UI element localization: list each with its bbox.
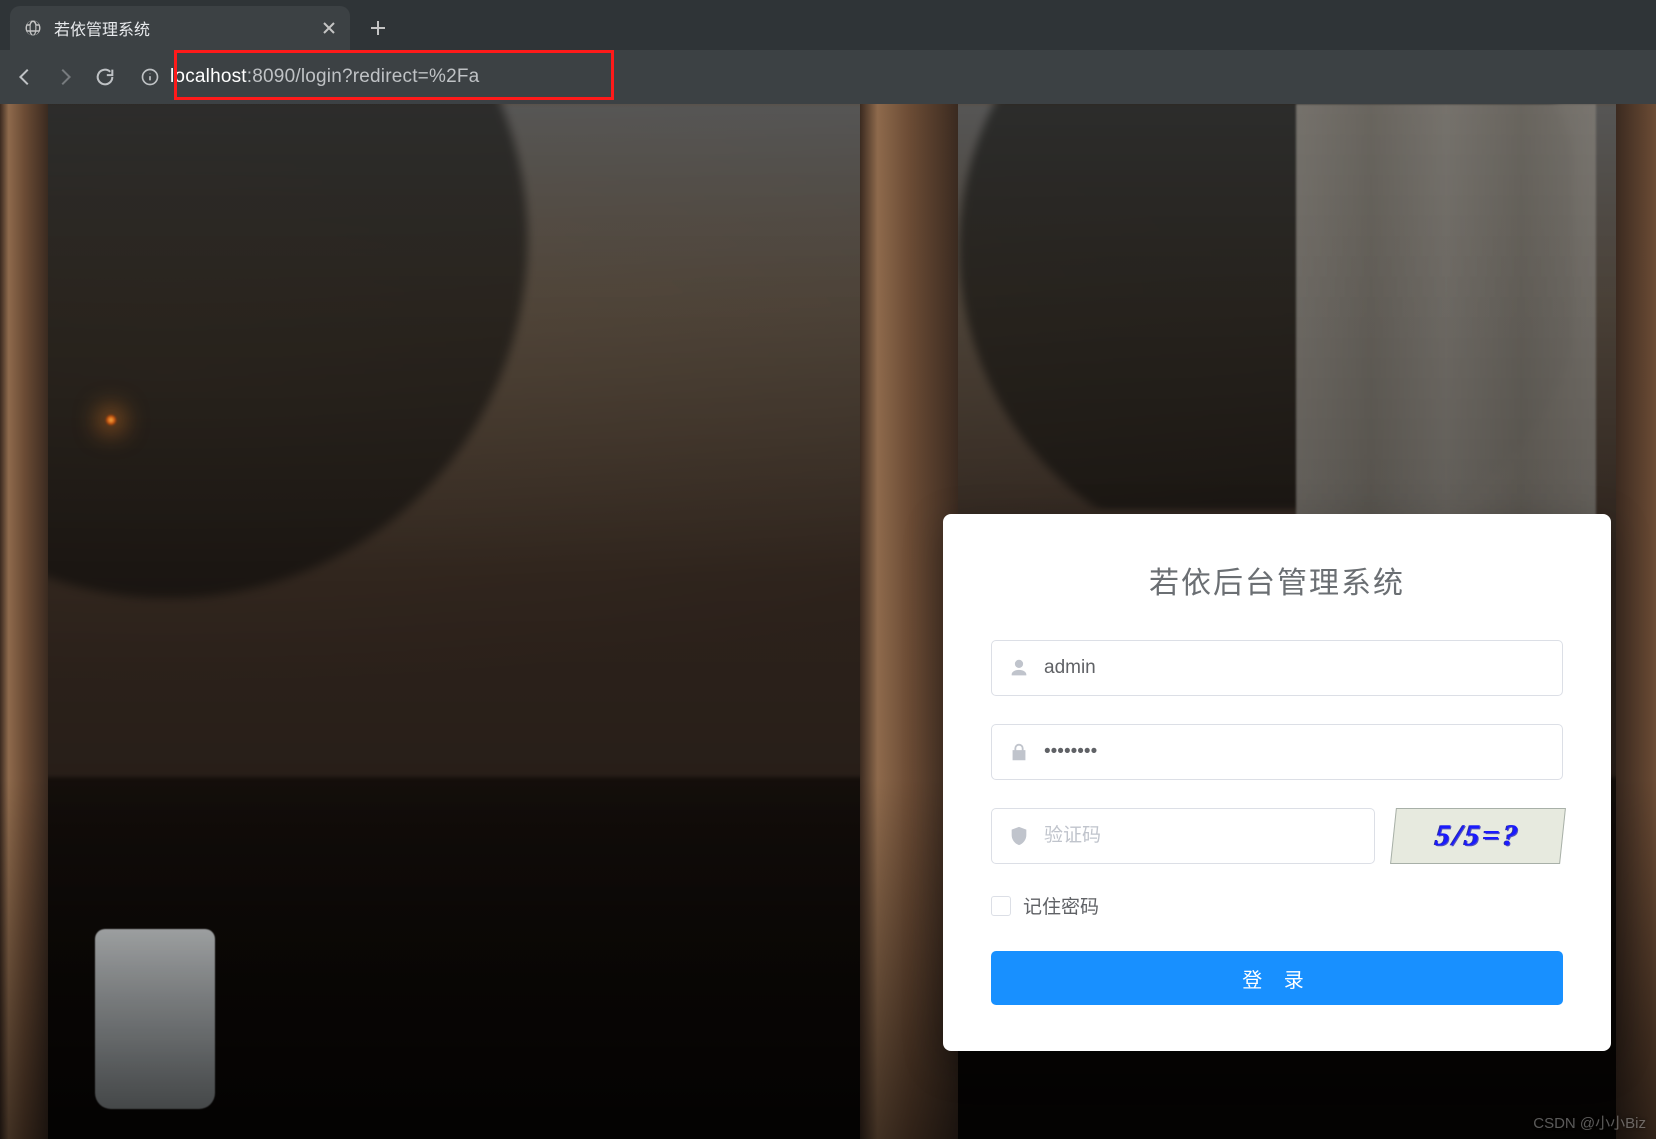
remember-checkbox[interactable] [991,896,1011,916]
shield-icon [1008,825,1030,847]
username-input[interactable] [1044,657,1546,679]
close-icon[interactable] [322,21,336,35]
nav-bar: localhost:8090/login?redirect=%2Fa [0,50,1656,104]
captcha-input[interactable] [1044,825,1358,847]
lock-icon [1008,741,1030,763]
login-title: 若依后台管理系统 [991,558,1563,602]
new-tab-button[interactable] [360,10,396,46]
reload-button[interactable] [94,66,116,88]
browser-tab-active[interactable]: 若依管理系统 [10,6,350,50]
back-button[interactable] [14,66,36,88]
plus-icon [370,20,386,36]
address-bar[interactable]: localhost:8090/login?redirect=%2Fa [134,58,1642,96]
site-info-icon[interactable] [140,67,160,87]
username-field[interactable] [991,640,1563,696]
browser-chrome: 若依管理系统 localhost:8090/login?redirect=%2F… [0,0,1656,104]
address-text: localhost:8090/login?redirect=%2Fa [170,66,479,88]
login-button[interactable]: 登 录 [991,951,1563,1005]
remember-row: 记住密码 [991,892,1563,919]
password-input[interactable] [1044,741,1546,763]
captcha-image[interactable]: 5/5=? [1390,808,1566,864]
captcha-field[interactable] [991,808,1375,864]
remember-label: 记住密码 [1023,892,1099,919]
forward-button[interactable] [54,66,76,88]
password-field[interactable] [991,724,1563,780]
globe-icon [24,19,42,37]
user-icon [1008,657,1030,679]
page-background: 若依后台管理系统 5/5=? 记住密码 登 录 CSDN @小小Biz [0,104,1656,1139]
tab-bar: 若依管理系统 [0,0,1656,50]
watermark-text: CSDN @小小Biz [1533,1112,1646,1133]
tab-title: 若依管理系统 [54,16,310,40]
login-card: 若依后台管理系统 5/5=? 记住密码 登 录 [943,514,1611,1051]
